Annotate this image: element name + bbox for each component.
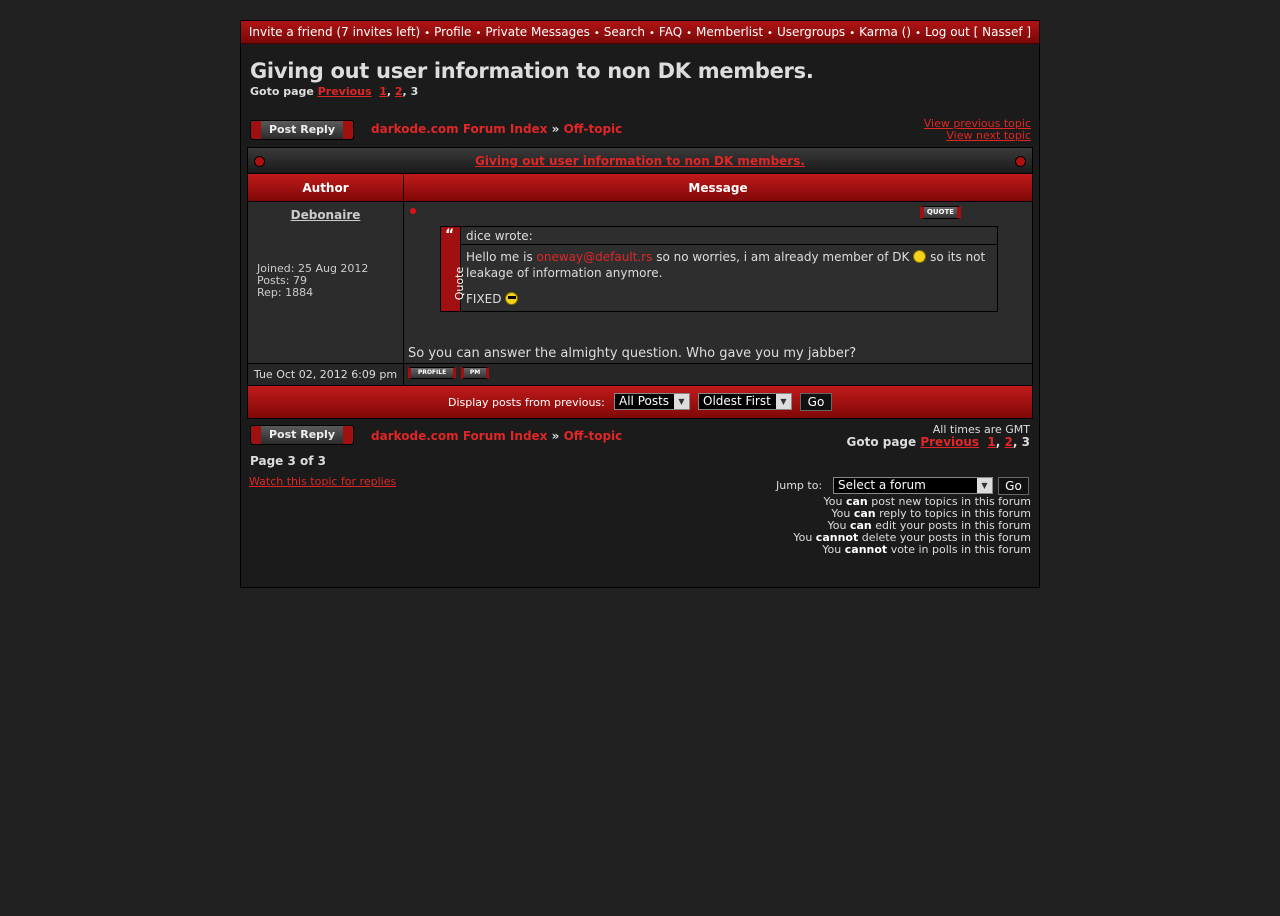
page-of-label: Page 3 of 3 — [250, 454, 326, 468]
nav-bullet: • — [767, 28, 773, 39]
jump-forum-value: Select a forum — [838, 478, 926, 492]
chevron-down-icon: ▼ — [776, 394, 791, 409]
quote-text: Hello me is oneway@default.rs so no worr… — [461, 245, 997, 311]
post-marker-icon — [410, 208, 416, 214]
chevron-down-icon: ▼ — [674, 394, 689, 409]
forum-index-link[interactable]: darkode.com Forum Index — [371, 122, 547, 136]
subforum-link[interactable]: Off-topic — [564, 429, 623, 443]
post-author-cell: Debonaire Joined: 25 Aug 2012 Posts: 79 … — [248, 202, 404, 363]
nav-bullet: • — [648, 28, 655, 39]
post-reply-button-bottom[interactable]: Post Reply — [250, 425, 354, 445]
jump-forum-select[interactable]: Select a forum ▼ — [833, 477, 993, 494]
nav-bullet: • — [593, 28, 600, 39]
post-footer-buttons: PROFILE PM — [404, 364, 1032, 385]
table-title-bar: Giving out user information to non DK me… — [248, 148, 1032, 174]
quote-content: dice wrote: Hello me is oneway@default.r… — [461, 227, 997, 311]
quote-button[interactable]: QUOTE — [920, 206, 961, 219]
display-options-bar: Display posts from previous: All Posts ▼… — [248, 386, 1032, 418]
nav-profile[interactable]: Profile — [434, 25, 471, 39]
nav-bullet: • — [475, 28, 482, 39]
breadcrumb: darkode.com Forum Index » Off-topic — [371, 122, 622, 136]
goto-page-top: Goto page Previous 1, 2, 3 — [250, 85, 419, 98]
post-footer-row: Tue Oct 02, 2012 6:09 pm PROFILE PM — [248, 364, 1032, 386]
nav-faq[interactable]: FAQ — [659, 25, 682, 39]
quote-line3: FIXED — [466, 292, 502, 306]
goto-previous-link[interactable]: Previous — [318, 85, 372, 98]
nav-usergroups[interactable]: Usergroups — [777, 25, 845, 39]
bar-dot-icon — [1015, 156, 1026, 167]
quote-line2: leakage of information anymore. — [466, 266, 663, 280]
post-body-cell: QUOTE “ Quote dice wrote: Hello me is on… — [404, 202, 1032, 363]
topic-nav-links: View previous topic View next topic — [924, 118, 1031, 142]
quote-mark-icon: “ — [445, 227, 455, 243]
permission-line: You cannot vote in polls in this forum — [822, 543, 1031, 556]
display-label: Display posts from previous: — [448, 396, 605, 409]
display-go-button[interactable]: Go — [800, 393, 832, 411]
nav-bullet: • — [424, 28, 431, 39]
quote-sidebar: “ Quote — [441, 227, 466, 311]
pm-button[interactable]: PM — [461, 367, 489, 379]
display-filter-select[interactable]: All Posts ▼ — [614, 393, 690, 410]
display-filter-value: All Posts — [619, 394, 670, 408]
forum-container: Invite a friend (7 invites left) • Profile… — [240, 20, 1040, 588]
goto-label: Goto page — [846, 435, 917, 449]
crumb-separator: » — [551, 122, 560, 136]
post-row: Debonaire Joined: 25 Aug 2012 Posts: 79 … — [248, 202, 1032, 364]
bar-dot-icon — [254, 156, 265, 167]
current-page: 3 — [1021, 435, 1030, 449]
jump-go-button[interactable]: Go — [998, 477, 1029, 495]
chevron-down-icon: ▼ — [977, 478, 992, 493]
cool-smiley-icon — [505, 292, 519, 305]
forum-index-link[interactable]: darkode.com Forum Index — [371, 429, 547, 443]
author-rep: Rep: 1884 — [257, 286, 314, 299]
view-next-topic-link[interactable]: View next topic — [946, 129, 1031, 142]
post-table: Giving out user information to non DK me… — [247, 147, 1033, 419]
nav-private-messages[interactable]: Private Messages — [485, 25, 590, 39]
quote-block: “ Quote dice wrote: Hello me is oneway@d… — [440, 226, 998, 312]
quote-side-label: Quote — [453, 266, 467, 301]
nav-search[interactable]: Search — [604, 25, 645, 39]
topic-title-link[interactable]: Giving out user information to non DK me… — [475, 154, 805, 168]
goto-page-bottom: Goto page Previous 1, 2, 3 — [846, 435, 1030, 449]
subforum-link[interactable]: Off-topic — [564, 122, 623, 136]
goto-label: Goto page — [250, 85, 314, 98]
nav-bullet: • — [849, 28, 856, 39]
quote-line1-c: so its not — [930, 250, 986, 264]
nav-logout[interactable]: Log out [ Nassef ] — [925, 25, 1031, 39]
goto-previous-link[interactable]: Previous — [920, 435, 979, 449]
quote-line1-a: Hello me is — [466, 250, 533, 264]
quote-line1-b: so no worries, i am already member of DK — [656, 250, 910, 264]
table-header-row: Author Message — [248, 174, 1032, 202]
current-page: 3 — [410, 85, 419, 98]
author-info: Joined: 25 Aug 2012 Posts: 79 Rep: 1884 — [257, 263, 368, 299]
permissions-list: You can post new topics in this forum Yo… — [793, 496, 1031, 556]
nav-invite[interactable]: Invite a friend (7 invites left) — [249, 25, 420, 39]
display-order-value: Oldest First — [703, 394, 771, 408]
post-message-text: So you can answer the almighty question.… — [408, 346, 857, 361]
crumb-separator: » — [551, 429, 560, 443]
post-date: Tue Oct 02, 2012 6:09 pm — [248, 364, 404, 385]
nav-karma[interactable]: Karma () — [859, 25, 911, 39]
quote-email: oneway@default.rs — [536, 250, 653, 264]
author-column-header: Author — [248, 174, 404, 201]
profile-button[interactable]: PROFILE — [408, 367, 456, 379]
message-column-header: Message — [688, 181, 748, 195]
nav-memberlist[interactable]: Memberlist — [696, 25, 763, 39]
nav-bullet: • — [915, 28, 921, 39]
author-name-link[interactable]: Debonaire — [248, 208, 403, 222]
display-order-select[interactable]: Oldest First ▼ — [698, 393, 792, 410]
goto-page-2-link[interactable]: 2 — [1005, 435, 1013, 449]
breadcrumb-bottom: darkode.com Forum Index » Off-topic — [371, 429, 622, 443]
smiley-icon — [913, 250, 927, 263]
jump-to-label: Jump to: — [776, 479, 823, 492]
nav-bullet: • — [686, 28, 693, 39]
goto-page-1-link[interactable]: 1 — [987, 435, 995, 449]
goto-page-1-link[interactable]: 1 — [379, 85, 387, 98]
quote-author: dice wrote: — [461, 227, 997, 245]
watch-topic-link[interactable]: Watch this topic for replies — [249, 475, 396, 488]
topic-title: Giving out user information to non DK me… — [250, 59, 814, 83]
top-navigation: Invite a friend (7 invites left) • Profile… — [241, 21, 1039, 44]
goto-page-2-link[interactable]: 2 — [395, 85, 403, 98]
post-reply-button[interactable]: Post Reply — [250, 120, 354, 140]
